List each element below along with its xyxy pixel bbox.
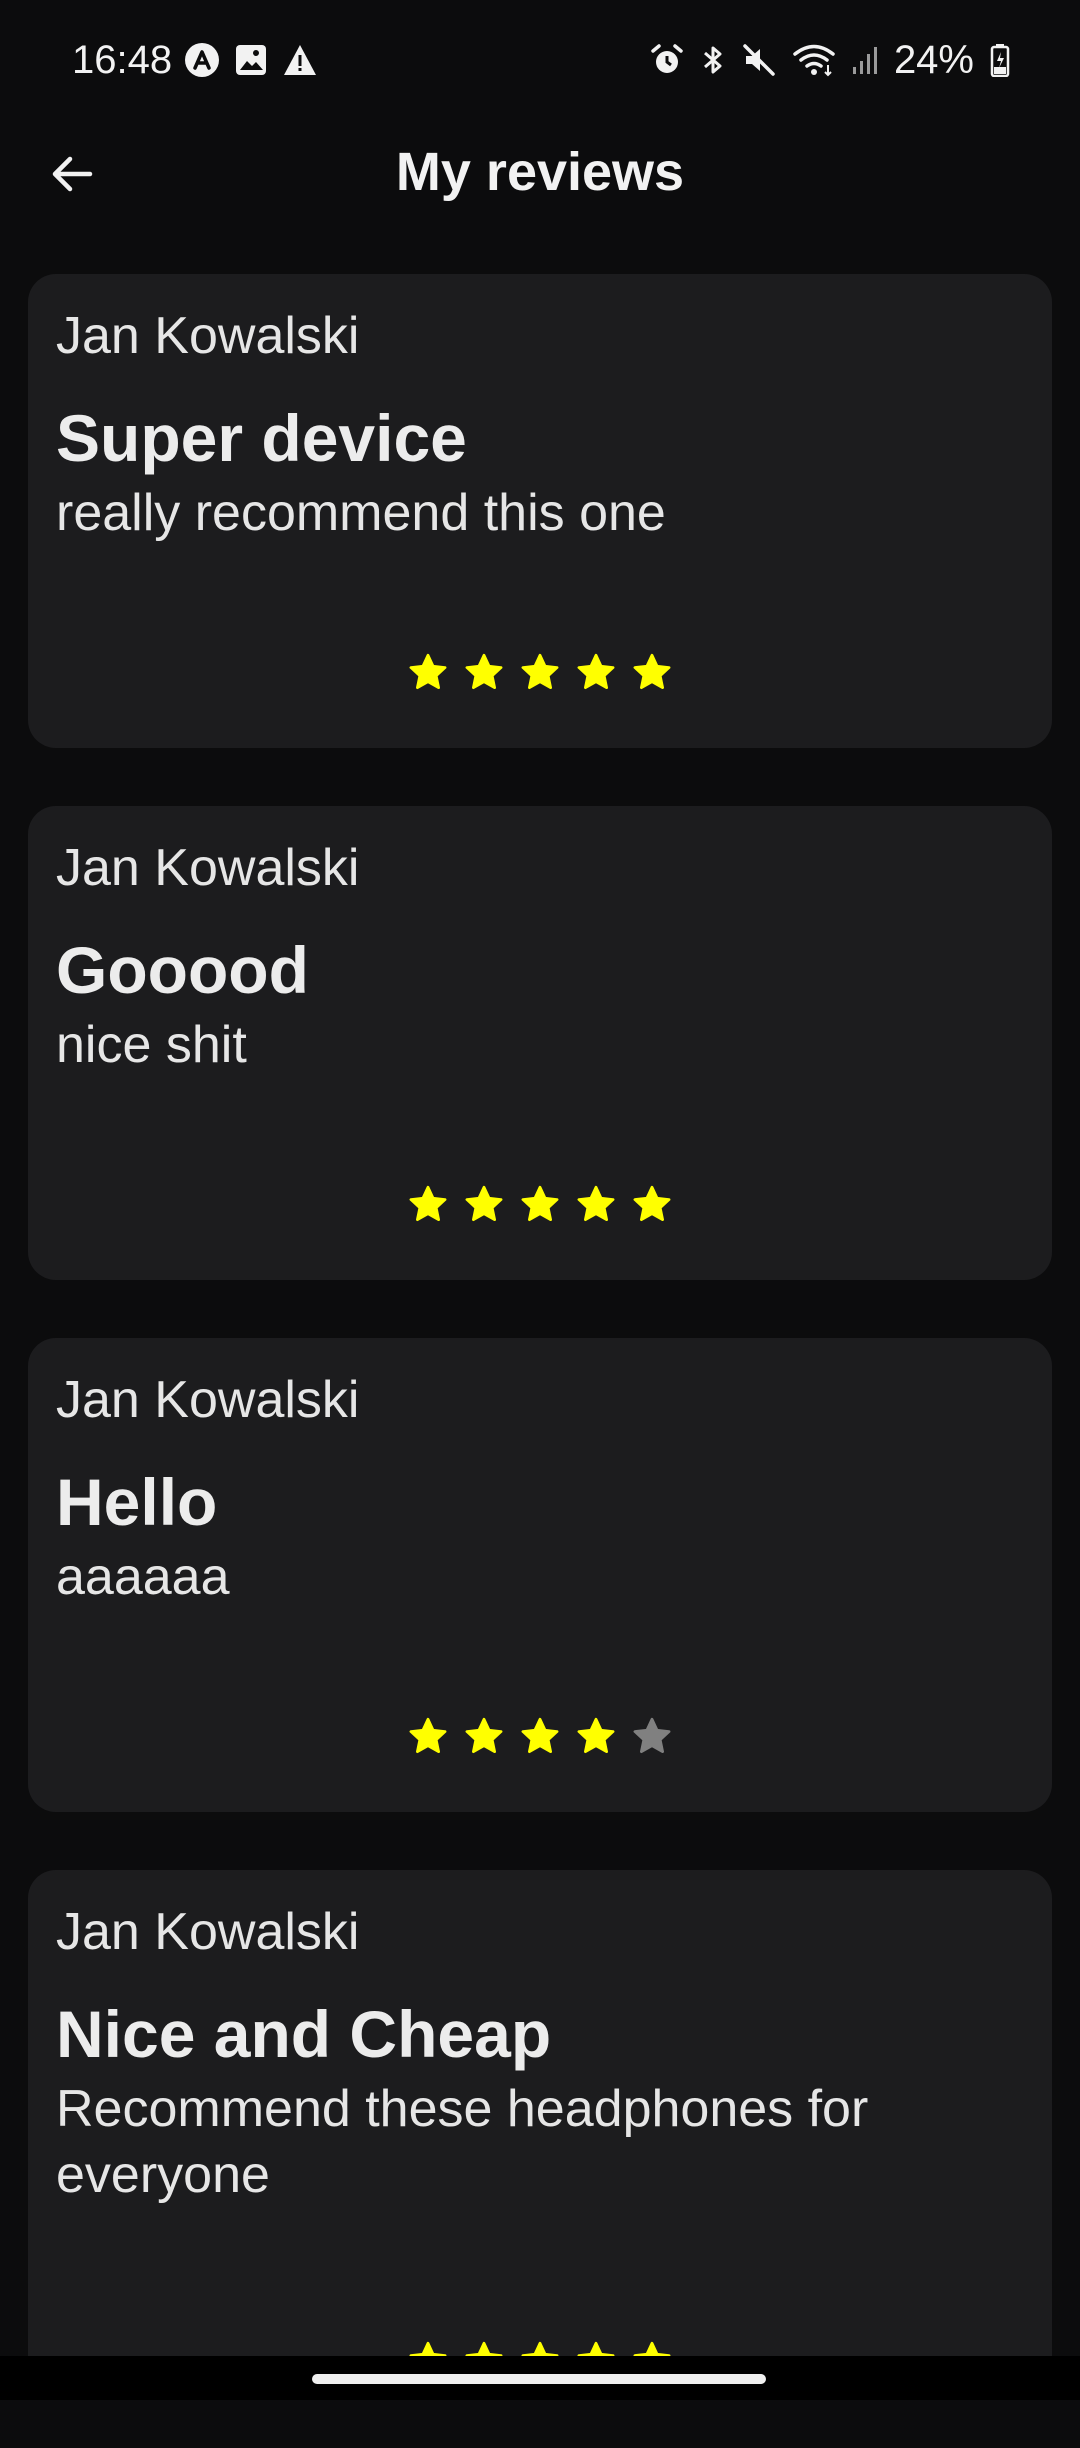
star-filled-icon xyxy=(632,1184,672,1224)
review-card[interactable]: Jan Kowalski Nice and Cheap Recommend th… xyxy=(28,1870,1052,2390)
status-bar: 16:48 24% xyxy=(0,0,1080,120)
review-card[interactable]: Jan Kowalski Super device really recomme… xyxy=(28,274,1052,748)
star-filled-icon xyxy=(576,652,616,692)
star-filled-icon xyxy=(520,1716,560,1756)
alarm-icon xyxy=(650,43,684,77)
star-filled-icon xyxy=(408,652,448,692)
star-filled-icon xyxy=(520,1184,560,1224)
star-filled-icon xyxy=(632,652,672,692)
review-card[interactable]: Jan Kowalski Hello aaaaaa xyxy=(28,1338,1052,1812)
battery-percent: 24% xyxy=(893,38,974,82)
page-title: My reviews xyxy=(395,142,685,202)
review-title: Super device xyxy=(56,401,467,475)
star-filled-icon xyxy=(464,652,504,692)
review-body: really recommend this one xyxy=(56,484,666,542)
star-rating xyxy=(28,652,1052,692)
review-card[interactable]: Jan Kowalski Gooood nice shit xyxy=(28,806,1052,1280)
navigation-area xyxy=(0,2356,1080,2400)
battery-icon xyxy=(990,43,1010,77)
wifi-icon xyxy=(792,43,836,77)
star-empty-icon xyxy=(632,1716,672,1756)
review-author: Jan Kowalski xyxy=(56,1371,360,1429)
review-body: aaaaaa xyxy=(56,1548,230,1606)
star-filled-icon xyxy=(408,1184,448,1224)
app-bar: My reviews xyxy=(0,120,1080,220)
review-author: Jan Kowalski xyxy=(56,307,360,365)
signal-icon xyxy=(852,45,878,75)
bluetooth-icon xyxy=(700,43,726,77)
star-filled-icon xyxy=(464,1184,504,1224)
star-filled-icon xyxy=(464,1716,504,1756)
review-title: Nice and Cheap xyxy=(56,1997,552,2071)
app-a-icon xyxy=(184,42,220,78)
review-body: nice shit xyxy=(56,1016,247,1074)
star-filled-icon xyxy=(576,1716,616,1756)
star-filled-icon xyxy=(576,1184,616,1224)
status-left-icons xyxy=(184,42,318,78)
review-author: Jan Kowalski xyxy=(56,1903,360,1961)
star-rating xyxy=(28,1716,1052,1756)
star-filled-icon xyxy=(408,1716,448,1756)
review-body: Recommend these headphones for everyone xyxy=(56,2080,869,2204)
gesture-handle[interactable] xyxy=(312,2374,766,2384)
star-filled-icon xyxy=(520,652,560,692)
status-right: 24% xyxy=(650,36,1010,84)
review-title: Gooood xyxy=(56,933,309,1007)
status-time: 16:48 xyxy=(72,38,173,82)
review-list: Jan Kowalski Super device really recomme… xyxy=(28,274,1052,2448)
star-rating xyxy=(28,1184,1052,1224)
review-author: Jan Kowalski xyxy=(56,839,360,897)
review-title: Hello xyxy=(56,1465,218,1539)
gallery-icon xyxy=(234,43,268,77)
mute-icon xyxy=(742,43,776,77)
warning-icon xyxy=(282,43,318,77)
